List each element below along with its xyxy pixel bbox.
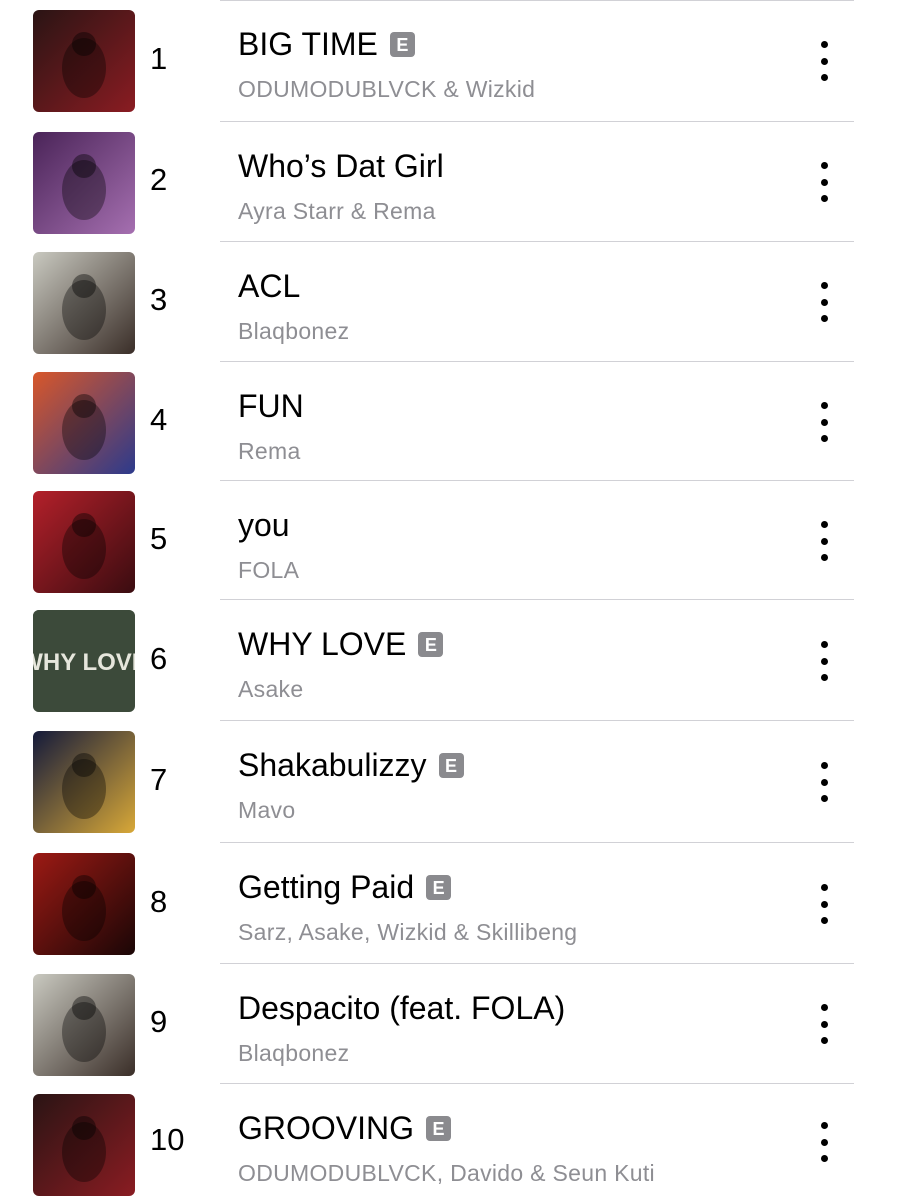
rank-number: 5 [150, 521, 168, 556]
ellipsis-vertical-icon [820, 521, 828, 528]
rank-number: 1 [150, 41, 168, 76]
song-artist: Blaqbonez [238, 1040, 350, 1066]
more-options-button[interactable] [812, 402, 836, 442]
song-title: Getting Paid [238, 869, 415, 905]
album-art[interactable] [33, 252, 135, 354]
song-row[interactable]: 8 Getting Paid E Sarz, Asake, Wizkid & Skil… [0, 843, 904, 964]
song-artist: Sarz, Asake, Wizkid & Skillibeng [238, 919, 578, 945]
song-title-line: ACL [238, 268, 300, 305]
song-row[interactable]: 10 GROOVING E ODUMODUBLVCK, Davido & Seun K… [0, 1084, 904, 1200]
more-options-button[interactable] [812, 762, 836, 802]
album-art[interactable] [33, 731, 135, 833]
song-artist: Ayra Starr & Rema [238, 198, 436, 224]
rank-number: 6 [150, 641, 168, 676]
song-title-line: Despacito (feat. FOLA) [238, 990, 565, 1027]
song-row[interactable]: 9 Despacito (feat. FOLA) Blaqbonez [0, 964, 904, 1084]
more-options-button[interactable] [812, 41, 836, 81]
more-options-button[interactable] [812, 641, 836, 681]
song-artist: FOLA [238, 557, 300, 583]
rank-number: 9 [150, 1004, 168, 1039]
ellipsis-vertical-icon [820, 162, 828, 169]
song-artist: Mavo [238, 797, 296, 823]
album-art[interactable] [33, 1094, 135, 1196]
rank-number: 4 [150, 402, 168, 437]
song-artist: ODUMODUBLVCK, Davido & Seun Kuti [238, 1160, 655, 1186]
song-title: WHY LOVE [238, 626, 407, 662]
song-artist: Rema [238, 438, 301, 464]
rank-number: 3 [150, 282, 168, 317]
song-title-line: Who’s Dat Girl [238, 148, 444, 185]
song-title-line: you [238, 507, 290, 544]
ellipsis-vertical-icon [820, 41, 828, 48]
explicit-badge: E [426, 875, 452, 900]
explicit-badge: E [438, 753, 464, 778]
ellipsis-vertical-icon [820, 1004, 828, 1011]
song-title-line: FUN [238, 388, 304, 425]
rank-number: 10 [150, 1122, 185, 1157]
song-title: you [238, 507, 290, 543]
album-art[interactable] [33, 853, 135, 955]
explicit-badge: E [418, 632, 444, 657]
song-artist: Asake [238, 676, 304, 702]
album-art[interactable] [33, 491, 135, 593]
more-options-button[interactable] [812, 884, 836, 924]
song-title-line: GROOVING E [238, 1110, 452, 1147]
rank-number: 7 [150, 762, 168, 797]
song-title-line: BIG TIME E [238, 26, 415, 63]
ellipsis-vertical-icon [820, 884, 828, 891]
more-options-button[interactable] [812, 521, 836, 561]
song-title: Who’s Dat Girl [238, 148, 444, 184]
more-options-button[interactable] [812, 282, 836, 322]
song-row[interactable]: 7 Shakabulizzy E Mavo [0, 721, 904, 843]
ellipsis-vertical-icon [820, 762, 828, 769]
song-title-line: Shakabulizzy E [238, 747, 464, 784]
song-row[interactable]: 5 you FOLA [0, 481, 904, 600]
album-art[interactable] [33, 974, 135, 1076]
song-title: FUN [238, 388, 304, 424]
more-options-button[interactable] [812, 162, 836, 202]
rank-number: 8 [150, 884, 168, 919]
explicit-badge: E [426, 1116, 452, 1141]
song-artist: ODUMODUBLVCK & Wizkid [238, 76, 536, 102]
song-title: BIG TIME [238, 26, 378, 62]
album-art[interactable] [33, 132, 135, 234]
ellipsis-vertical-icon [820, 641, 828, 648]
more-options-button[interactable] [812, 1122, 836, 1162]
song-row[interactable]: WHY LOVE 6 WHY LOVE E Asake [0, 600, 904, 721]
explicit-badge: E [389, 32, 415, 57]
song-row[interactable]: 3 ACL Blaqbonez [0, 242, 904, 362]
song-title: Shakabulizzy [238, 747, 427, 783]
song-artist: Blaqbonez [238, 318, 350, 344]
album-art[interactable]: WHY LOVE [33, 610, 135, 712]
song-title: GROOVING [238, 1110, 415, 1146]
song-row[interactable]: 4 FUN Rema [0, 362, 904, 481]
song-title-line: WHY LOVE E [238, 626, 444, 663]
song-row[interactable]: 1 BIG TIME E ODUMODUBLVCK & Wizkid [0, 0, 904, 122]
song-row[interactable]: 2 Who’s Dat Girl Ayra Starr & Rema [0, 122, 904, 242]
more-options-button[interactable] [812, 1004, 836, 1044]
ellipsis-vertical-icon [820, 282, 828, 289]
album-art-text: WHY LOVE [33, 649, 135, 676]
album-art[interactable] [33, 372, 135, 474]
ellipsis-vertical-icon [820, 1122, 828, 1129]
song-title-line: Getting Paid E [238, 869, 452, 906]
rank-number: 2 [150, 162, 168, 197]
ellipsis-vertical-icon [820, 402, 828, 409]
song-title: ACL [238, 268, 301, 304]
album-art[interactable] [33, 10, 135, 112]
song-title: Despacito (feat. FOLA) [238, 990, 566, 1026]
